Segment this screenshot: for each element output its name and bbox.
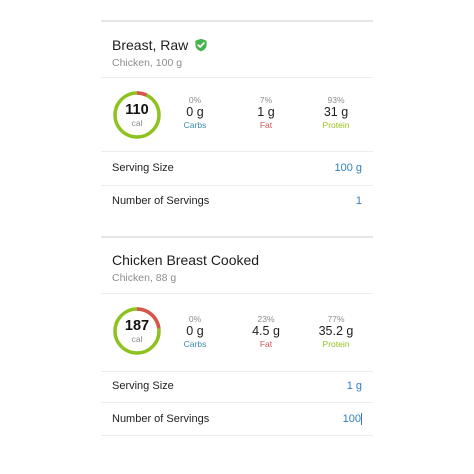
protein-amount: 31 g <box>323 105 349 119</box>
macro-protein: 77% 35.2 g Protein <box>306 314 366 349</box>
divider <box>101 435 373 436</box>
fat-label: Fat <box>259 339 273 349</box>
protein-percent: 93% <box>327 95 345 105</box>
divider <box>101 402 373 403</box>
divider <box>101 151 373 152</box>
fat-amount: 1 g <box>257 105 275 119</box>
calorie-unit: cal <box>131 333 143 344</box>
food-title-row: Chicken Breast Cooked <box>112 252 259 268</box>
check-shield-icon <box>195 38 207 52</box>
fat-percent: 7% <box>259 95 273 105</box>
macro-carbs: 0% 0 g Carbs <box>165 95 225 130</box>
carbs-amount: 0 g <box>186 105 204 119</box>
divider <box>101 77 373 78</box>
macro-fat: 23% 4.5 g Fat <box>236 314 296 349</box>
food-title-row: Breast, Raw <box>112 37 208 53</box>
divider <box>101 371 373 372</box>
servings-row[interactable]: Number of Servings 1 <box>112 193 362 209</box>
servings-input[interactable] <box>301 413 362 425</box>
servings-label: Number of Servings <box>112 413 210 425</box>
carbs-label: Carbs <box>183 120 207 130</box>
servings-row[interactable]: Number of Servings <box>112 411 362 427</box>
macro-protein: 93% 31 g Protein <box>306 95 366 130</box>
food-card-breast-raw: Breast, Raw Chicken, 100 g 110 cal 0% 0 … <box>101 20 373 218</box>
calorie-label: 110 cal <box>112 90 162 140</box>
card-divider <box>101 236 373 238</box>
protein-label: Protein <box>322 120 350 130</box>
macro-carbs: 0% 0 g Carbs <box>165 314 225 349</box>
carbs-label: Carbs <box>183 339 207 349</box>
fat-amount: 4.5 g <box>252 324 280 338</box>
servings-label: Number of Servings <box>112 195 210 207</box>
serving-size-row[interactable]: Serving Size 1 g <box>112 378 362 394</box>
divider <box>101 293 373 294</box>
food-card-breast-cooked: Chicken Breast Cooked Chicken, 88 g 187 … <box>101 236 373 450</box>
food-subtitle: Chicken, 100 g <box>112 57 183 69</box>
carbs-amount: 0 g <box>186 324 204 338</box>
serving-size-value[interactable]: 1 g <box>347 380 362 392</box>
calorie-ring: 110 cal <box>112 90 162 140</box>
serving-size-label: Serving Size <box>112 162 174 174</box>
servings-value[interactable]: 1 <box>356 195 362 207</box>
card-divider <box>101 20 373 22</box>
serving-size-value[interactable]: 100 g <box>334 162 362 174</box>
protein-percent: 77% <box>327 314 345 324</box>
protein-label: Protein <box>322 339 350 349</box>
calorie-value: 110 <box>125 101 149 118</box>
calorie-unit: cal <box>131 117 143 128</box>
protein-amount: 35.2 g <box>318 324 354 338</box>
food-title: Breast, Raw <box>112 37 189 53</box>
calorie-ring: 187 cal <box>112 306 162 356</box>
fat-label: Fat <box>259 120 273 130</box>
divider <box>101 185 373 186</box>
food-title: Chicken Breast Cooked <box>112 252 260 268</box>
macro-fat: 7% 1 g Fat <box>236 95 296 130</box>
carbs-percent: 0% <box>188 95 202 105</box>
serving-size-label: Serving Size <box>112 380 174 392</box>
calorie-value: 187 <box>124 317 150 334</box>
calorie-label: 187 cal <box>112 306 162 356</box>
food-subtitle: Chicken, 88 g <box>112 272 177 284</box>
carbs-percent: 0% <box>188 314 202 324</box>
serving-size-row[interactable]: Serving Size 100 g <box>112 160 362 176</box>
fat-percent: 23% <box>257 314 275 324</box>
